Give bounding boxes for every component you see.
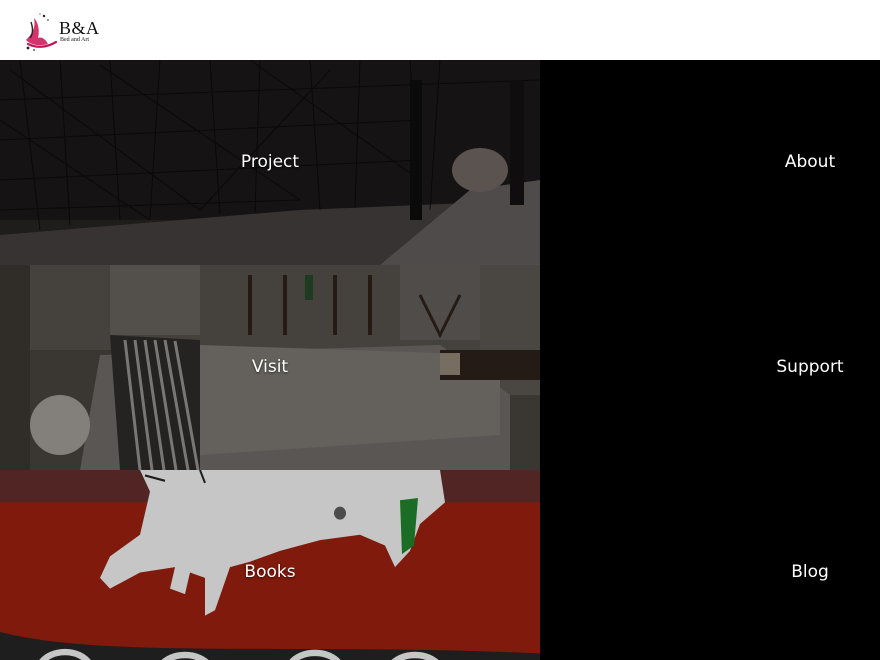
tile-label-project: Project	[240, 152, 300, 172]
nav-link-blog[interactable]: Blog	[740, 562, 880, 582]
site-logo[interactable]: B&A Bed and Art	[22, 10, 104, 52]
logo-title: B&A	[59, 18, 100, 38]
site-header: B&A Bed and Art	[0, 0, 880, 60]
nav-link-about[interactable]: About	[740, 152, 880, 172]
tile-project[interactable]: Project	[0, 60, 540, 265]
nav-link-support[interactable]: Support	[740, 357, 880, 377]
tile-label-visit: Visit	[251, 357, 289, 377]
tile-books[interactable]: Books	[0, 470, 540, 660]
tile-visit[interactable]: Visit	[0, 265, 540, 470]
tile-label-books: Books	[244, 562, 296, 582]
logo-subtitle: Bed and Art	[60, 37, 89, 43]
logo-brush-icon	[26, 13, 58, 51]
